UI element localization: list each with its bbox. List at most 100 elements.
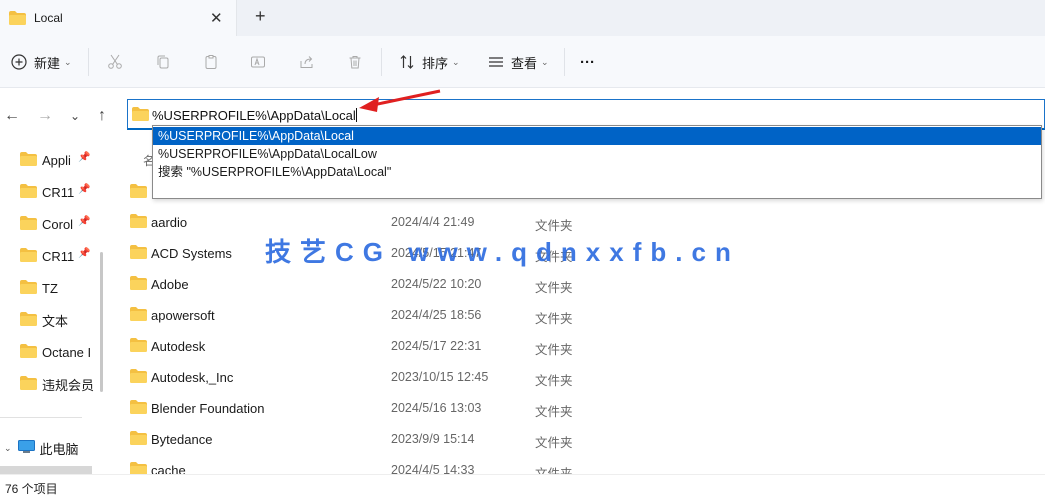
file-type: 文件夹	[535, 374, 573, 388]
share-icon	[298, 53, 316, 71]
folder-icon	[20, 183, 37, 201]
sidebar-item-label: 此电脑	[39, 441, 79, 457]
file-name: Blender Foundation	[151, 401, 265, 416]
folder-icon	[130, 276, 147, 293]
file-name: cache	[151, 463, 186, 474]
close-icon[interactable]: ✕	[210, 9, 223, 27]
sidebar-scrollbar[interactable]	[100, 252, 103, 392]
folder-icon	[20, 279, 37, 297]
folder-icon	[20, 247, 37, 265]
sidebar-item-member[interactable]: 违规会员	[20, 374, 94, 394]
delete-button[interactable]	[346, 36, 364, 88]
file-type: 文件夹	[535, 281, 573, 295]
new-tab-button[interactable]: +	[255, 6, 266, 27]
red-arrow-annotation	[359, 89, 441, 112]
address-suggestions: %USERPROFILE%\AppData\Local %USERPROFILE…	[152, 125, 1042, 199]
list-item[interactable]: Blender Foundation 2024/5/16 13:03 文件夹	[116, 393, 1045, 423]
new-button[interactable]: 新建 ⌄	[10, 36, 72, 88]
divider	[564, 48, 565, 76]
sidebar-item-appli[interactable]: Appli 📌	[20, 150, 90, 170]
sidebar-item-text[interactable]: 文本	[20, 310, 68, 330]
list-item[interactable]: Autodesk,_Inc 2023/10/15 12:45 文件夹	[116, 362, 1045, 392]
copy-button[interactable]	[154, 36, 172, 88]
chevron-down-icon: ⌄	[541, 56, 549, 67]
divider	[381, 48, 382, 76]
list-item[interactable]: cache 2024/4/5 14:33 文件夹	[116, 455, 1045, 474]
view-label: 查看	[511, 55, 538, 71]
cut-button[interactable]	[106, 36, 124, 88]
file-date: 2024/5/22 10:20	[391, 277, 482, 291]
file-date: 2024/5/16 13:03	[391, 401, 482, 415]
sidebar-item-cr11-2[interactable]: CR11 📌	[20, 246, 90, 266]
file-type: 文件夹	[535, 436, 573, 450]
file-name: ACD Systems	[151, 246, 232, 261]
sort-button[interactable]: 排序 ⌄	[398, 36, 460, 88]
sidebar-item-label: CR11	[42, 184, 75, 200]
folder-icon	[130, 184, 147, 201]
file-name: Bytedance	[151, 432, 213, 447]
folder-icon	[130, 369, 147, 386]
file-date: 2024/4/5 14:33	[391, 463, 475, 474]
recent-chevron-icon[interactable]: ⌄	[70, 109, 80, 123]
sidebar-item-label: 文本	[42, 313, 69, 329]
pin-icon: 📌	[78, 248, 91, 259]
sidebar-item-label: Corol	[42, 216, 74, 232]
list-item[interactable]: Autodesk 2024/5/17 22:31 文件夹	[116, 331, 1045, 361]
list-item[interactable]: Adobe 2024/5/22 10:20 文件夹	[116, 269, 1045, 299]
sidebar-item-corol[interactable]: Corol 📌	[20, 214, 90, 234]
tab-title: Local	[34, 11, 63, 25]
pin-icon: 📌	[78, 216, 91, 227]
file-type: 文件夹	[535, 343, 573, 357]
sidebar-item-label: Octane I	[42, 344, 92, 360]
file-name: aardio	[151, 215, 188, 230]
list-item[interactable]: apowersoft 2024/4/25 18:56 文件夹	[116, 300, 1045, 330]
forward-arrow-icon[interactable]: →	[37, 107, 53, 125]
sidebar-item-tz[interactable]: TZ	[20, 278, 58, 298]
folder-icon	[20, 343, 37, 361]
list-item[interactable]: Bytedance 2023/9/9 15:14 文件夹	[116, 424, 1045, 454]
computer-icon	[17, 439, 35, 457]
share-button[interactable]	[298, 36, 316, 88]
address-input[interactable]: %USERPROFILE%\AppData\Local	[152, 108, 357, 123]
sidebar-item-label: CR11	[42, 248, 75, 264]
title-bar: Local ✕ +	[0, 0, 1045, 36]
rename-button[interactable]	[249, 36, 267, 88]
suggestion-item[interactable]: %USERPROFILE%\AppData\LocalLow	[153, 145, 1041, 163]
pin-icon: 📌	[78, 152, 91, 163]
sidebar-item-octane[interactable]: Octane I	[20, 342, 91, 362]
view-button[interactable]: 查看 ⌄	[487, 36, 549, 88]
file-type: 文件夹	[535, 467, 573, 474]
paste-button[interactable]	[202, 36, 220, 88]
file-date: 2024/4/25 18:56	[391, 308, 482, 322]
file-date: 2024/4/4 21:49	[391, 215, 475, 229]
folder-icon	[130, 338, 147, 355]
folder-icon	[9, 11, 26, 28]
sidebar-item-cr11[interactable]: CR11 📌	[20, 182, 90, 202]
navigation-pane: Appli 📌 CR11 📌 Corol 📌 CR11 📌 TZ 文本 Octa…	[0, 144, 100, 474]
file-type: 文件夹	[535, 405, 573, 419]
watermark: 技艺CG www.qdnxxfb.cn	[265, 237, 740, 267]
sidebar-item-this-pc[interactable]: ⌄ 此电脑	[4, 438, 79, 458]
suggestion-item[interactable]: %USERPROFILE%\AppData\Local	[153, 127, 1041, 145]
folder-icon	[20, 375, 37, 393]
tab-local[interactable]: Local ✕	[0, 0, 237, 36]
file-name: apowersoft	[151, 308, 215, 323]
more-options-button[interactable]: ···	[580, 36, 595, 88]
file-name: Autodesk,_Inc	[151, 370, 234, 385]
back-arrow-icon[interactable]: ←	[4, 107, 20, 125]
sidebar-item-label: Appli	[42, 152, 71, 168]
sort-label: 排序	[422, 55, 449, 71]
up-arrow-icon[interactable]: ↑	[98, 107, 106, 125]
view-list-icon	[487, 53, 505, 71]
cut-icon	[106, 53, 124, 71]
file-date: 2023/9/9 15:14	[391, 432, 475, 446]
folder-icon	[130, 214, 147, 231]
sidebar-item-label: TZ	[42, 280, 58, 296]
divider	[88, 48, 89, 76]
divider	[0, 417, 82, 418]
folder-icon	[130, 400, 147, 417]
chevron-down-icon: ⌄	[452, 56, 460, 67]
pin-icon: 📌	[78, 184, 91, 195]
trash-icon	[346, 53, 364, 71]
suggestion-item-search[interactable]: 搜索 "%USERPROFILE%\AppData\Local"	[153, 163, 1041, 181]
